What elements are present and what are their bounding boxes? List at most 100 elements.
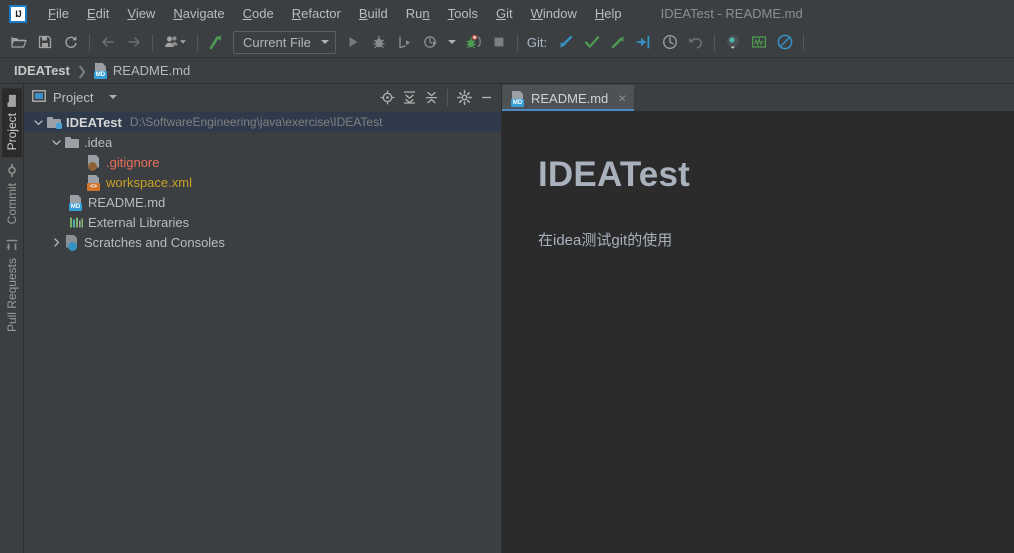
editor-tab-readme[interactable]: MD README.md ×: [502, 85, 635, 111]
toolbar-separator: [152, 33, 153, 51]
markdown-file-icon: MD: [93, 63, 108, 79]
sync-refresh-icon[interactable]: [58, 30, 84, 54]
run-options-dropdown[interactable]: [444, 30, 460, 54]
tree-label-gitignore: .gitignore: [106, 154, 160, 170]
menu-navigate[interactable]: Navigate: [164, 3, 233, 24]
ignored-file-icon: [85, 154, 103, 171]
scratches-icon: [63, 234, 81, 251]
hide-panel-icon[interactable]: [475, 86, 497, 108]
tree-label-idea: .idea: [84, 134, 113, 150]
markdown-file-icon: MD: [67, 194, 85, 211]
profile-icon[interactable]: [392, 30, 418, 54]
chevron-down-icon[interactable]: [32, 116, 45, 129]
md-badge: MD: [69, 202, 82, 211]
tree-row-gitignore[interactable]: .gitignore: [24, 152, 501, 172]
chevron-right-icon[interactable]: [50, 236, 63, 249]
markdown-preview: IDEATest 在idea测试git的使用: [502, 111, 1014, 553]
project-panel-toolbar: [376, 86, 497, 108]
search-everywhere-icon[interactable]: [720, 30, 746, 54]
menu-edit[interactable]: Edit: [78, 3, 118, 24]
menu-view[interactable]: View: [118, 3, 164, 24]
preview-paragraph: 在idea测试git的使用: [538, 232, 673, 249]
menu-window[interactable]: Window: [522, 3, 586, 24]
tree-label-external-libraries: External Libraries: [88, 214, 190, 230]
locate-file-icon[interactable]: [376, 86, 398, 108]
chevron-down-icon: [109, 95, 118, 99]
menu-refactor[interactable]: Refactor: [283, 3, 350, 24]
breadcrumb-item-project[interactable]: IDEATest: [10, 62, 74, 79]
window-title: IDEATest - README.md: [660, 6, 803, 21]
xml-badge: <>: [87, 182, 100, 191]
menu-tools[interactable]: Tools: [439, 3, 487, 24]
tree-label-workspace-xml: workspace.xml: [106, 174, 192, 190]
project-view-selector[interactable]: Project: [32, 89, 118, 106]
sidebar-item-project[interactable]: Project: [1, 88, 22, 158]
user-profile-icon[interactable]: [158, 30, 192, 54]
git-history-icon[interactable]: [657, 30, 683, 54]
menu-help[interactable]: Help: [586, 3, 631, 24]
tree-row-external-libraries[interactable]: External Libraries: [24, 212, 501, 232]
pull-request-icon: [6, 238, 18, 252]
tree-row-scratches[interactable]: Scratches and Consoles: [24, 232, 501, 252]
attach-debugger-icon[interactable]: [460, 30, 486, 54]
intellij-logo-icon: IJ: [9, 4, 27, 23]
project-root-icon: [45, 116, 63, 129]
project-path: D:\SoftwareEngineering\java\exercise\IDE…: [129, 115, 383, 129]
git-push-icon[interactable]: [605, 30, 631, 54]
project-folder-icon: [6, 94, 17, 107]
libraries-icon: [67, 216, 85, 229]
project-panel-title: Project: [53, 89, 94, 105]
sidebar-item-commit[interactable]: Commit: [2, 157, 22, 231]
menu-bar: IJ File Edit View Navigate Code Refactor…: [0, 0, 1014, 27]
update-project-icon[interactable]: [203, 30, 229, 54]
chevron-down-icon: [447, 40, 456, 44]
tree-row-idea[interactable]: .idea: [24, 132, 501, 152]
open-folder-icon[interactable]: [6, 30, 32, 54]
project-tree: IDEATest D:\SoftwareEngineering\java\exe…: [24, 110, 501, 553]
chevron-down-icon: [320, 40, 329, 44]
breadcrumb-item-file[interactable]: MD README.md: [90, 62, 194, 79]
no-entry-icon[interactable]: [772, 30, 798, 54]
editor-tab-label: README.md: [531, 90, 609, 106]
menu-git[interactable]: Git: [487, 3, 522, 24]
collapse-all-icon[interactable]: [420, 86, 442, 108]
tree-row-workspace-xml[interactable]: <> workspace.xml: [24, 172, 501, 192]
sidebar-item-pull-requests[interactable]: Pull Requests: [2, 232, 22, 339]
navigate-forward-icon[interactable]: [121, 30, 147, 54]
navigate-back-icon[interactable]: [95, 30, 121, 54]
stop-icon[interactable]: [486, 30, 512, 54]
md-badge: MD: [93, 71, 107, 79]
git-toolbar-label: Git:: [526, 34, 548, 50]
git-commit-icon[interactable]: [579, 30, 605, 54]
run-configuration-label: Current File: [243, 34, 311, 50]
toolbar-separator: [516, 33, 518, 51]
git-branch-merge-icon[interactable]: [631, 30, 657, 54]
menu-build[interactable]: Build: [350, 3, 397, 24]
panel-toolbar-separator: [447, 88, 448, 106]
main-toolbar: Current File Git:: [0, 27, 1014, 58]
debug-icon[interactable]: [366, 30, 392, 54]
breadcrumb-project-label: IDEATest: [14, 63, 70, 78]
project-view-icon: [32, 89, 46, 106]
git-update-icon[interactable]: [553, 30, 579, 54]
save-all-icon[interactable]: [32, 30, 58, 54]
tree-row-readme[interactable]: MD README.md: [24, 192, 501, 212]
run-icon[interactable]: [340, 30, 366, 54]
close-icon[interactable]: ×: [618, 91, 626, 105]
tree-row-ideatest[interactable]: IDEATest D:\SoftwareEngineering\java\exe…: [24, 112, 501, 132]
breadcrumb: IDEATest ❯ MD README.md: [0, 58, 1014, 84]
tree-label-readme: README.md: [88, 194, 166, 210]
toolbar-separator: [803, 33, 805, 51]
breadcrumb-file-label: README.md: [112, 63, 191, 78]
tree-label-scratches: Scratches and Consoles: [84, 234, 225, 250]
menu-file[interactable]: File: [39, 3, 78, 24]
run-configuration-selector[interactable]: Current File: [233, 30, 336, 54]
git-rollback-icon[interactable]: [683, 30, 709, 54]
profiler-monitor-icon[interactable]: [746, 30, 772, 54]
chevron-down-icon[interactable]: [50, 136, 63, 149]
menu-run[interactable]: Run: [397, 3, 439, 24]
expand-all-icon[interactable]: [398, 86, 420, 108]
settings-gear-icon[interactable]: [453, 86, 475, 108]
run-coverage-icon[interactable]: [418, 30, 444, 54]
menu-code[interactable]: Code: [234, 3, 283, 24]
